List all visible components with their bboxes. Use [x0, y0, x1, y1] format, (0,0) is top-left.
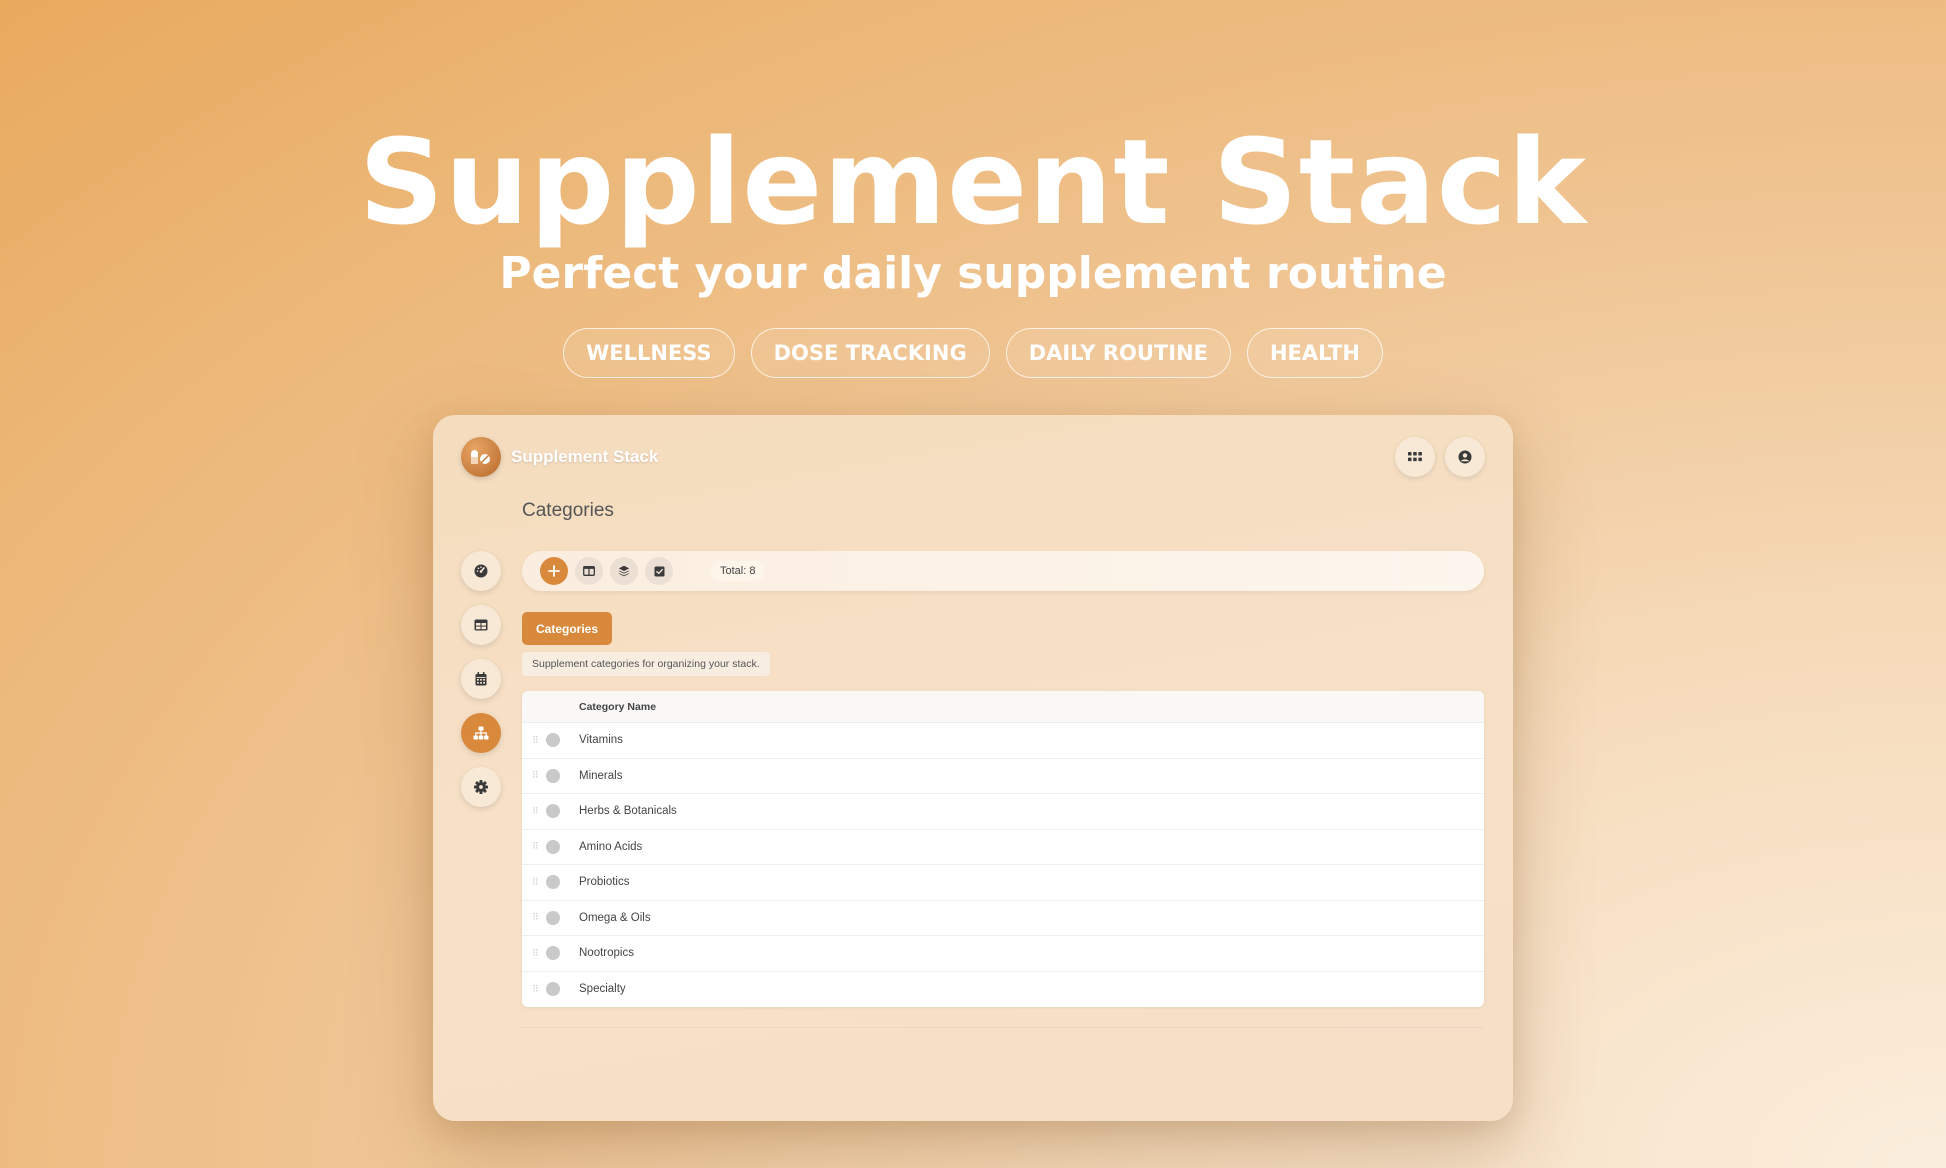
plus-icon [548, 565, 560, 577]
table-row[interactable]: ⠿ Probiotics [522, 865, 1484, 901]
table-row[interactable]: ⠿ Vitamins [522, 723, 1484, 759]
categories-tab[interactable]: Categories [522, 612, 613, 645]
category-name: Specialty [579, 983, 626, 996]
category-name: Omega & Oils [579, 911, 651, 924]
app-name: Supplement Stack [511, 447, 659, 466]
checkbox-icon [654, 566, 664, 576]
tag-daily-routine: DAILY ROUTINE [1005, 328, 1231, 378]
table-row[interactable]: ⠿ Omega & Oils [522, 901, 1484, 936]
column-header-category-name[interactable]: Category Name [522, 691, 1484, 723]
category-name: Herbs & Botanicals [579, 805, 677, 818]
row-select-radio[interactable] [546, 839, 560, 854]
row-select-radio[interactable] [546, 733, 560, 748]
sidebar-item-table[interactable] [461, 605, 501, 645]
brand[interactable]: Supplement Stack [461, 437, 658, 477]
layers-button[interactable] [610, 557, 638, 585]
row-select-radio[interactable] [546, 982, 560, 997]
table-row[interactable]: ⠿ Nootropics [522, 936, 1484, 972]
total-value: 8 [749, 565, 756, 577]
row-select-radio[interactable] [546, 768, 560, 783]
drag-handle-icon[interactable]: ⠿ [532, 912, 540, 923]
pills-icon [461, 437, 501, 477]
drag-handle-icon[interactable]: ⠿ [532, 984, 540, 995]
table-row[interactable]: ⠿ Amino Acids [522, 830, 1484, 865]
row-select-radio[interactable] [546, 946, 560, 961]
dashboard-icon [474, 564, 488, 578]
sidebar-item-calendar[interactable] [461, 659, 501, 699]
user-account-icon [1458, 450, 1472, 464]
add-button[interactable] [540, 557, 568, 585]
total-count: Total: 8 [710, 561, 766, 581]
category-name: Amino Acids [579, 840, 643, 853]
categories-table: Category Name ⠿ Vitamins ⠿ Minerals ⠿ He… [522, 691, 1484, 1007]
sidebar-item-dashboard[interactable] [461, 551, 501, 591]
table-row[interactable]: ⠿ Herbs & Botanicals [522, 794, 1484, 830]
table-icon [474, 619, 488, 631]
category-name: Nootropics [579, 947, 634, 960]
apps-grid-button[interactable] [1395, 437, 1435, 477]
user-account-button[interactable] [1445, 437, 1485, 477]
drag-handle-icon[interactable]: ⠿ [532, 735, 540, 746]
category-name: Probiotics [579, 876, 630, 889]
table-row[interactable]: ⠿ Specialty [522, 972, 1484, 1008]
divider [522, 1027, 1484, 1028]
hero-title: Supplement Stack [358, 113, 1588, 251]
apps-grid-icon [1408, 452, 1422, 462]
sidebar [461, 551, 501, 807]
page-title: Categories [522, 500, 614, 521]
columns-view-button[interactable] [575, 557, 603, 585]
tag-wellness: WELLNESS [563, 328, 735, 378]
table-row[interactable]: ⠿ Minerals [522, 759, 1484, 794]
drag-handle-icon[interactable]: ⠿ [532, 806, 540, 817]
tag-health: HEALTH [1246, 328, 1383, 378]
row-select-radio[interactable] [546, 875, 560, 890]
layers-icon [618, 565, 630, 577]
toolbar: Total: 8 [522, 551, 1484, 591]
sidebar-item-categories[interactable] [461, 713, 501, 753]
app-window: Supplement Stack Categories Total: 8 Cat… [433, 415, 1513, 1121]
section-description: Supplement categories for organizing you… [522, 652, 770, 676]
drag-handle-icon[interactable]: ⠿ [532, 770, 540, 781]
drag-handle-icon[interactable]: ⠿ [532, 877, 540, 888]
columns-icon [583, 566, 595, 576]
sidebar-item-settings[interactable] [461, 767, 501, 807]
calendar-icon [475, 672, 487, 686]
row-select-radio[interactable] [546, 910, 560, 925]
tag-list: WELLNESS DOSE TRACKING DAILY ROUTINE HEA… [0, 328, 1946, 378]
sitemap-icon [473, 726, 489, 740]
tag-dose-tracking: DOSE TRACKING [750, 328, 990, 378]
category-name: Minerals [579, 769, 623, 782]
category-name: Vitamins [579, 734, 623, 747]
top-actions [1395, 437, 1485, 477]
settings-icon [474, 780, 488, 794]
select-all-button[interactable] [645, 557, 673, 585]
drag-handle-icon[interactable]: ⠿ [532, 841, 540, 852]
total-label: Total: [720, 565, 747, 577]
hero-subtitle: Perfect your daily supplement routine [499, 248, 1447, 299]
drag-handle-icon[interactable]: ⠿ [532, 948, 540, 959]
row-select-radio[interactable] [546, 804, 560, 819]
